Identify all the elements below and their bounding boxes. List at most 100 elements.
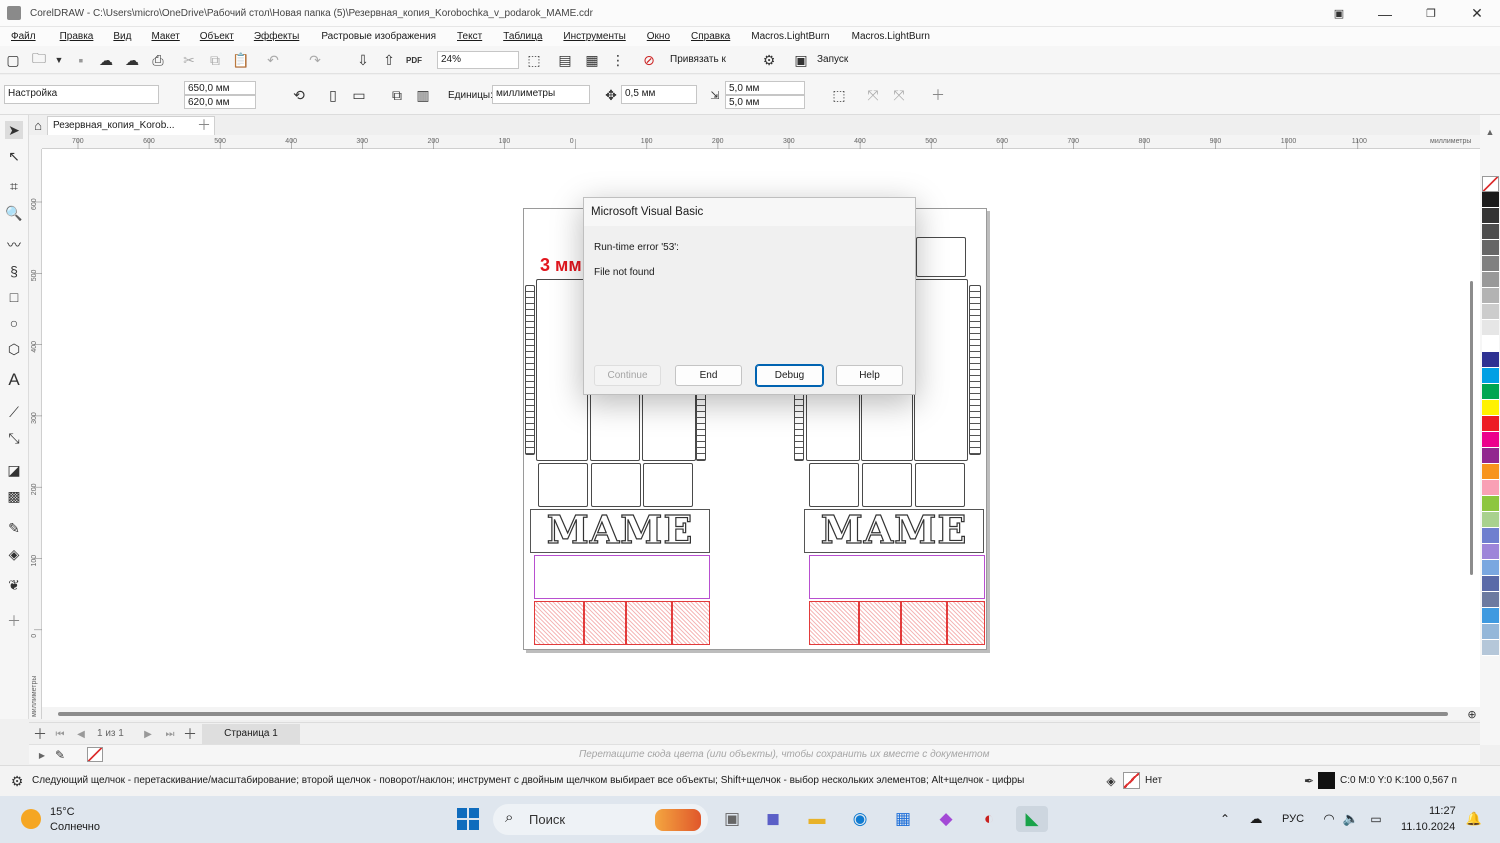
next-page-icon[interactable]: ▶ — [139, 725, 157, 743]
prev-page-icon[interactable]: ◀ — [72, 725, 90, 743]
pdf-export-icon[interactable]: PDF — [405, 51, 423, 69]
page-height-input[interactable]: 620,0 мм — [184, 95, 256, 109]
outline-pen-icon[interactable]: ✒ — [1300, 772, 1318, 790]
box-side-panel[interactable] — [536, 279, 588, 461]
box-side-panel[interactable] — [642, 393, 696, 461]
palette-menu-icon[interactable]: ▶ — [33, 746, 51, 764]
cloud-sync-icon[interactable]: ☁ — [123, 51, 141, 69]
tray-expand-icon[interactable]: ⌃ — [1216, 806, 1234, 832]
box-end-panel[interactable] — [915, 463, 965, 507]
close-button[interactable]: ✕ — [1454, 0, 1500, 27]
parallel-dimension-icon[interactable]: ⟋ — [5, 403, 23, 421]
palette-swatch[interactable] — [1482, 304, 1499, 320]
new-document-icon[interactable]: ▢ — [4, 51, 22, 69]
page-tab[interactable]: Страница 1 — [202, 724, 300, 744]
lid-outline-right[interactable] — [809, 555, 985, 599]
debug-button[interactable]: Debug — [755, 364, 824, 387]
menu-file[interactable]: Файл — [11, 31, 36, 42]
finger-joint-strip[interactable] — [969, 285, 981, 455]
palette-swatch[interactable] — [1482, 448, 1499, 464]
box-side-panel[interactable] — [861, 393, 913, 461]
page-preset-select[interactable]: Настройка — [4, 85, 159, 104]
palette-swatch[interactable] — [1482, 320, 1499, 336]
palette-swatch[interactable] — [1482, 256, 1499, 272]
box-end-panel[interactable] — [591, 463, 641, 507]
continue-button[interactable]: Continue — [594, 365, 661, 386]
menu-layout[interactable]: Макет — [151, 31, 179, 42]
weather-temp[interactable]: 15°C — [50, 806, 75, 818]
zoom-level-select[interactable]: 24% — [437, 51, 519, 69]
onedrive-icon[interactable]: ☁ — [1246, 806, 1266, 832]
polygon-tool-icon[interactable]: ⬡ — [5, 340, 23, 358]
palette-swatch[interactable] — [1482, 368, 1499, 384]
wifi-icon[interactable]: ◠ — [1320, 806, 1338, 832]
palette-swatch[interactable] — [1482, 288, 1499, 304]
snap-to-dropdown[interactable]: Привязать к — [670, 54, 726, 65]
box-end-panel[interactable] — [643, 463, 693, 507]
customize-toolbox-icon[interactable]: ＋ — [5, 612, 23, 630]
add-page-after-icon[interactable]: ＋ — [181, 725, 199, 743]
open-dropdown-icon[interactable]: ▼ — [50, 51, 68, 69]
box-end-panel[interactable] — [809, 463, 859, 507]
cut-icon[interactable]: ✂ — [180, 51, 198, 69]
engraving-fill[interactable] — [584, 601, 626, 645]
menu-bitmaps[interactable]: Растровые изображения — [321, 31, 436, 42]
cloud-upload-icon[interactable]: ☁ — [97, 51, 115, 69]
palette-swatch[interactable] — [1482, 624, 1499, 640]
weather-status[interactable]: Солнечно — [50, 821, 100, 833]
engraving-fill[interactable] — [947, 601, 985, 645]
vertical-scroll-thumb[interactable] — [1470, 281, 1473, 575]
clock-date[interactable]: 11.10.2024 — [1401, 821, 1455, 833]
palette-swatch[interactable] — [1482, 512, 1499, 528]
landscape-icon[interactable]: ▭ — [350, 86, 368, 104]
new-tab-icon[interactable]: ＋ — [195, 116, 213, 134]
palette-swatch[interactable] — [1482, 464, 1499, 480]
engraving-fill[interactable] — [859, 601, 901, 645]
engraving-fill[interactable] — [901, 601, 947, 645]
ellipse-tool-icon[interactable]: ○ — [5, 314, 23, 332]
coreldraw-taskbar-icon[interactable]: ◐ — [976, 806, 1002, 832]
snap-off-icon[interactable]: ⊘ — [640, 51, 658, 69]
menu-macros-lightburn-2[interactable]: Macros.LightBurn — [852, 31, 930, 42]
redo-icon[interactable]: ↷ — [306, 51, 324, 69]
engraving-fill[interactable] — [809, 601, 859, 645]
launch-dropdown[interactable]: Запуск — [817, 54, 848, 65]
menu-macros-lightburn-1[interactable]: Macros.LightBurn — [751, 31, 829, 42]
mame-lettering-right[interactable]: MAME — [804, 509, 984, 553]
artistic-media-icon[interactable]: § — [5, 262, 23, 280]
palette-swatch[interactable] — [1482, 496, 1499, 512]
duplicate-y-input[interactable]: 5,0 мм — [725, 95, 805, 109]
menu-edit[interactable]: Правка — [60, 31, 94, 42]
first-page-icon[interactable]: ⏮ — [51, 725, 69, 743]
fill-none-swatch[interactable] — [1123, 772, 1140, 789]
palette-swatch[interactable] — [1482, 544, 1499, 560]
palette-swatch[interactable] — [1482, 240, 1499, 256]
clock-time[interactable]: 11:27 — [1429, 805, 1456, 817]
box-end-panel[interactable] — [862, 463, 912, 507]
current-page-icon[interactable]: ▥ — [414, 86, 432, 104]
open-folder-icon[interactable]: 🗀 — [30, 50, 48, 69]
paste-icon[interactable]: 📋 — [232, 51, 250, 69]
palette-swatch[interactable] — [1482, 592, 1499, 608]
account-icon[interactable]: ▣ — [1316, 0, 1362, 27]
all-pages-icon[interactable]: ⧉ — [388, 86, 406, 104]
app-icon[interactable]: ◆ — [933, 806, 959, 832]
finger-joint-strip[interactable] — [525, 285, 535, 455]
full-screen-preview-icon[interactable]: ▤ — [556, 51, 574, 69]
box-side-panel[interactable] — [590, 393, 640, 461]
print-icon[interactable]: ⎙ — [149, 51, 167, 69]
box-side-panel[interactable] — [806, 393, 860, 461]
nudge-distance-input[interactable]: 0,5 мм — [621, 85, 697, 104]
palette-swatch[interactable] — [1482, 384, 1499, 400]
interactive-fill-icon[interactable]: ◈ — [5, 545, 23, 563]
add-page-before-icon[interactable]: ＋ — [31, 725, 49, 743]
document-tab[interactable]: Резервная_копия_Korob... — [47, 116, 215, 135]
shape-tool-icon[interactable]: ↖ — [5, 147, 23, 165]
vertical-ruler[interactable]: 600 500 400 300 200 100 0 миллиметры — [29, 149, 42, 719]
smart-fill-icon[interactable]: ❦ — [5, 576, 23, 594]
units-select[interactable]: миллиметры — [492, 85, 590, 104]
finger-joint-strip[interactable] — [794, 393, 804, 461]
outline-color-swatch[interactable] — [1318, 772, 1335, 789]
text-tool-icon[interactable]: A — [5, 370, 23, 389]
home-icon[interactable]: ⌂ — [29, 116, 47, 134]
